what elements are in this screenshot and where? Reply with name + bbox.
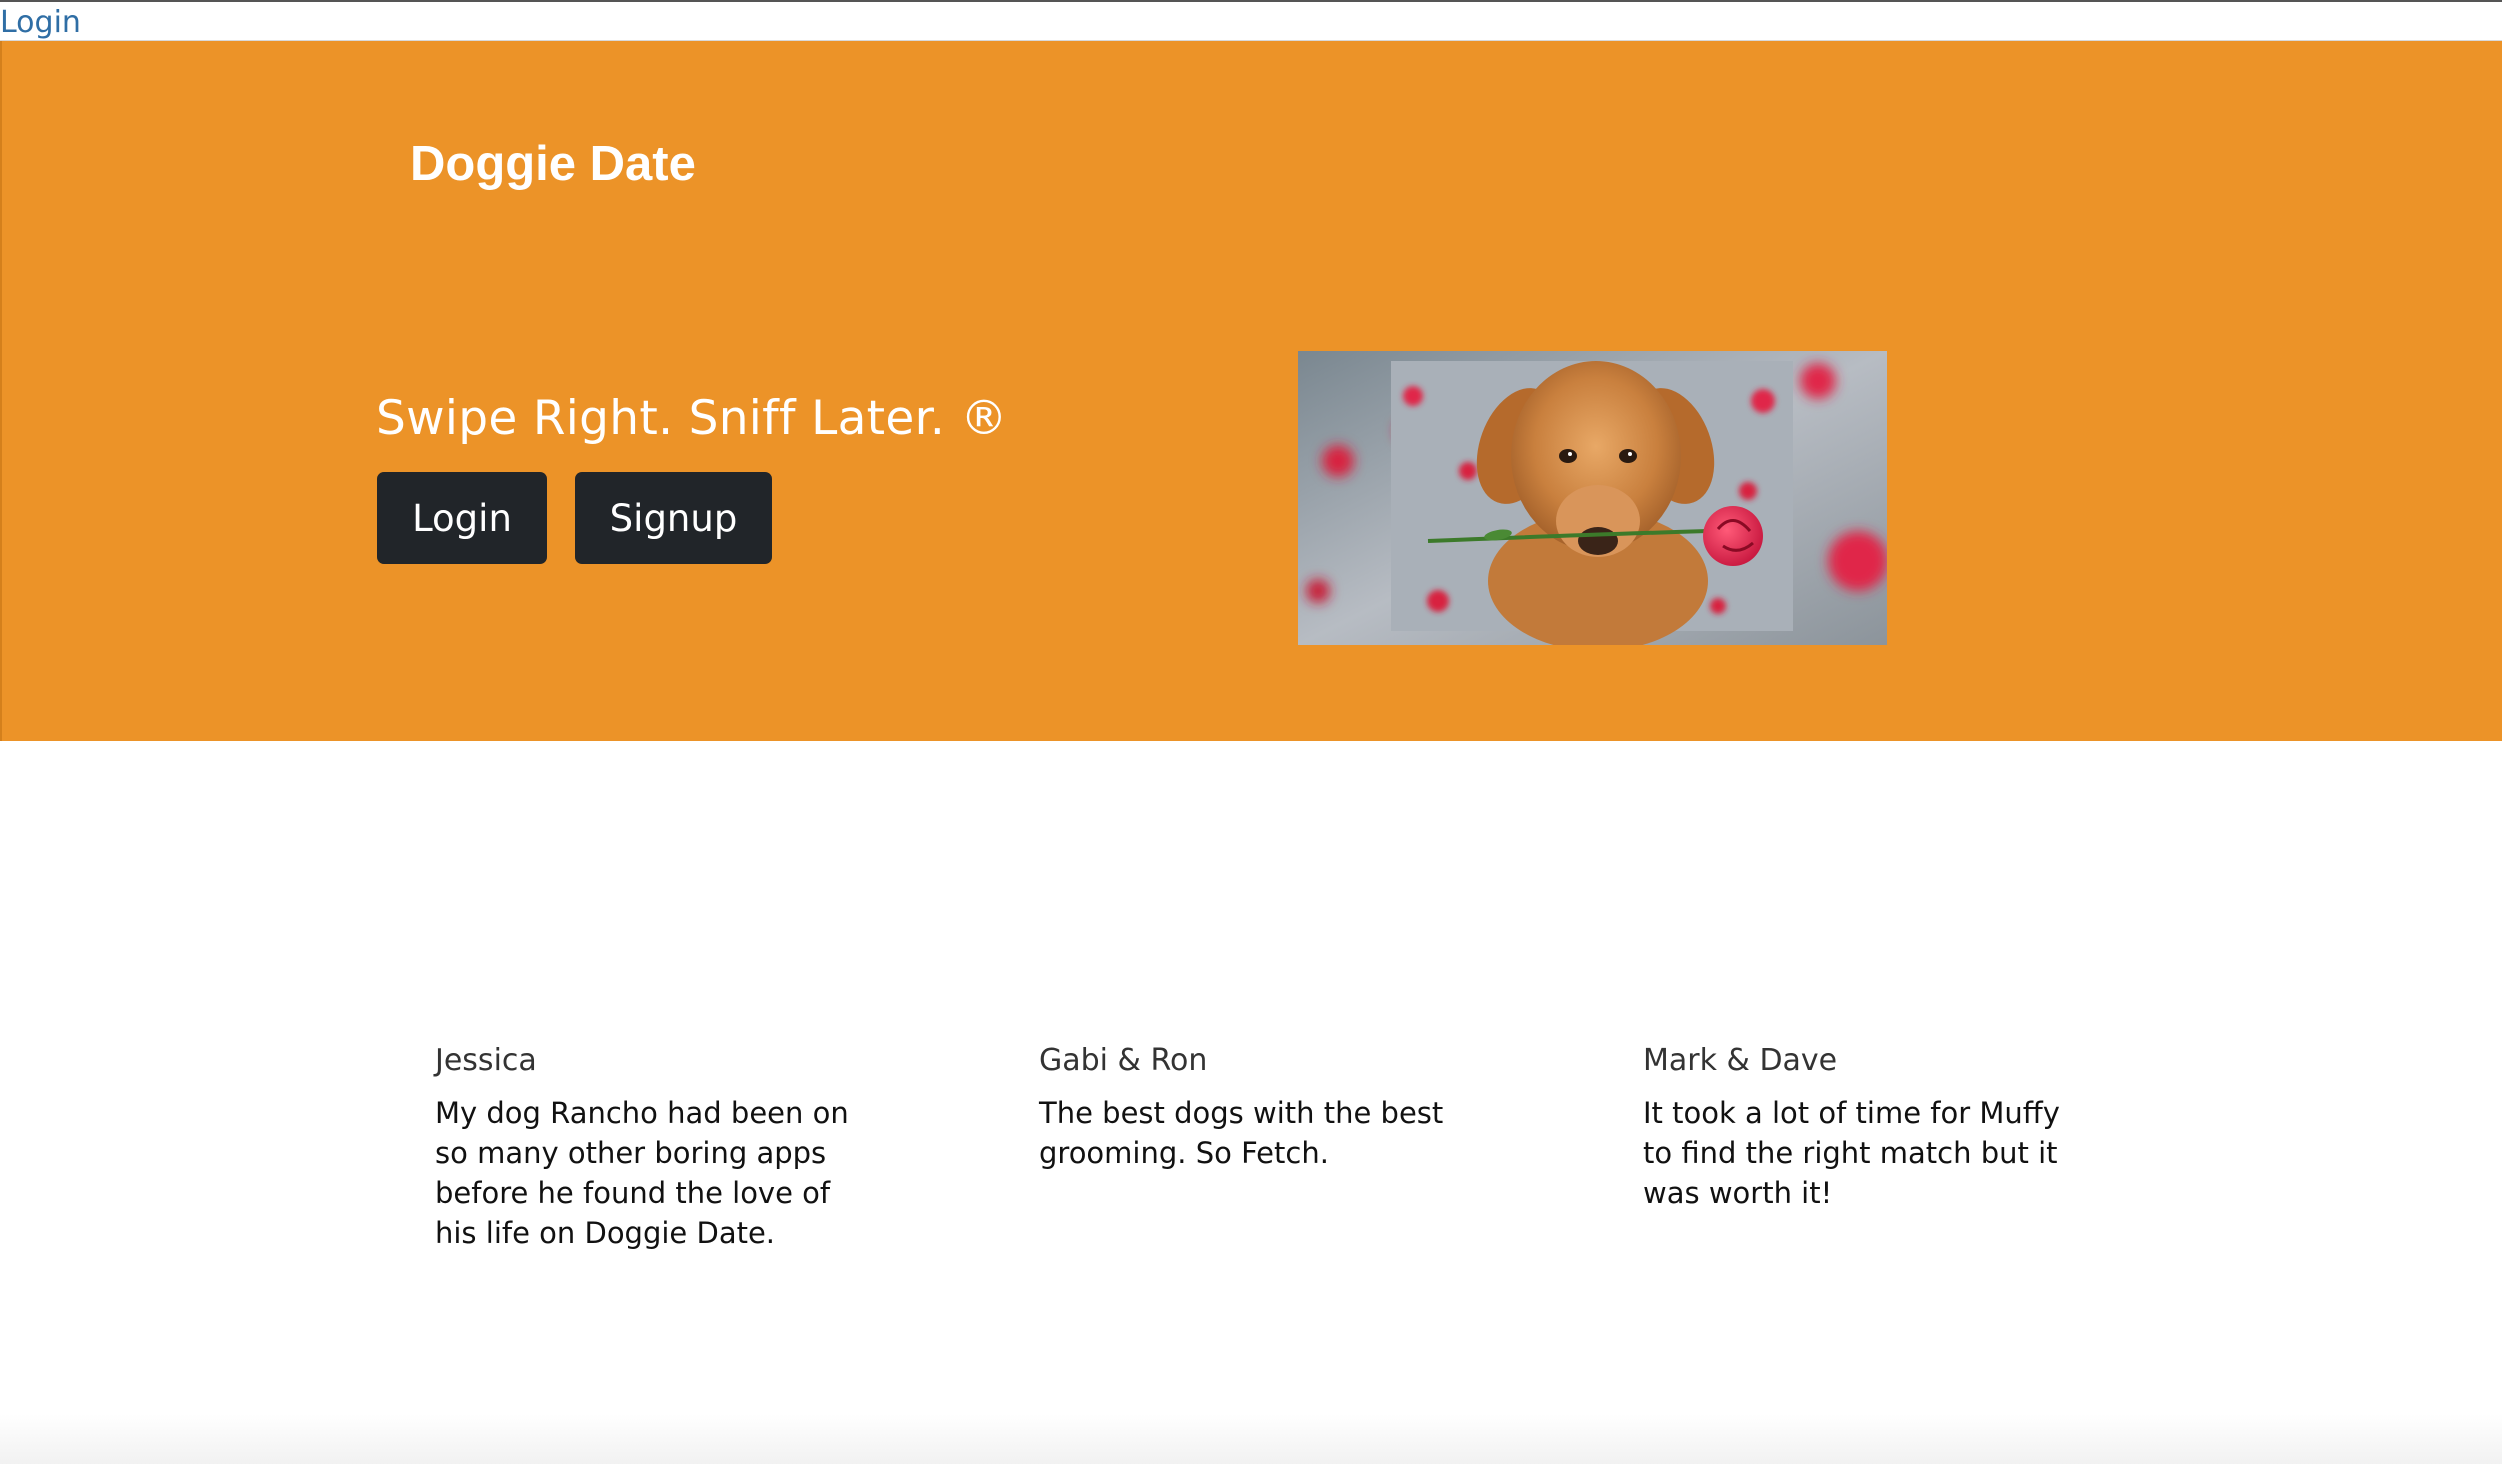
dog-with-rose-image (1298, 351, 1887, 645)
bottom-fade (0, 1414, 2502, 1464)
testimonial-card: Mark & Dave It took a lot of time for Mu… (1643, 1041, 2073, 1213)
testimonial-text: My dog Rancho had been on so many other … (435, 1096, 849, 1250)
testimonial-name: Jessica (435, 1043, 537, 1078)
login-button[interactable]: Login (377, 472, 547, 564)
testimonial-card: Jessica My dog Rancho had been on so man… (435, 1041, 855, 1253)
testimonial-text: It took a lot of time for Muffy to find … (1643, 1096, 2060, 1210)
testimonial-name: Gabi & Ron (1039, 1043, 1208, 1078)
testimonial-text: The best dogs with the best grooming. So… (1039, 1096, 1444, 1170)
testimonial-card: Gabi & Ron The best dogs with the best g… (1039, 1041, 1469, 1173)
brand-title: Doggie Date (410, 137, 696, 191)
signup-button[interactable]: Signup (575, 472, 772, 564)
testimonials-section: Jessica My dog Rancho had been on so man… (0, 741, 2502, 1464)
top-login-link[interactable]: Login (0, 5, 81, 41)
top-nav-bar: Login (0, 0, 2502, 41)
testimonial-name: Mark & Dave (1643, 1043, 1838, 1078)
hero-section: Doggie Date Swipe Right. Sniff Later. ® … (0, 41, 2502, 741)
hero-tagline: Swipe Right. Sniff Later. ® (376, 391, 1008, 446)
